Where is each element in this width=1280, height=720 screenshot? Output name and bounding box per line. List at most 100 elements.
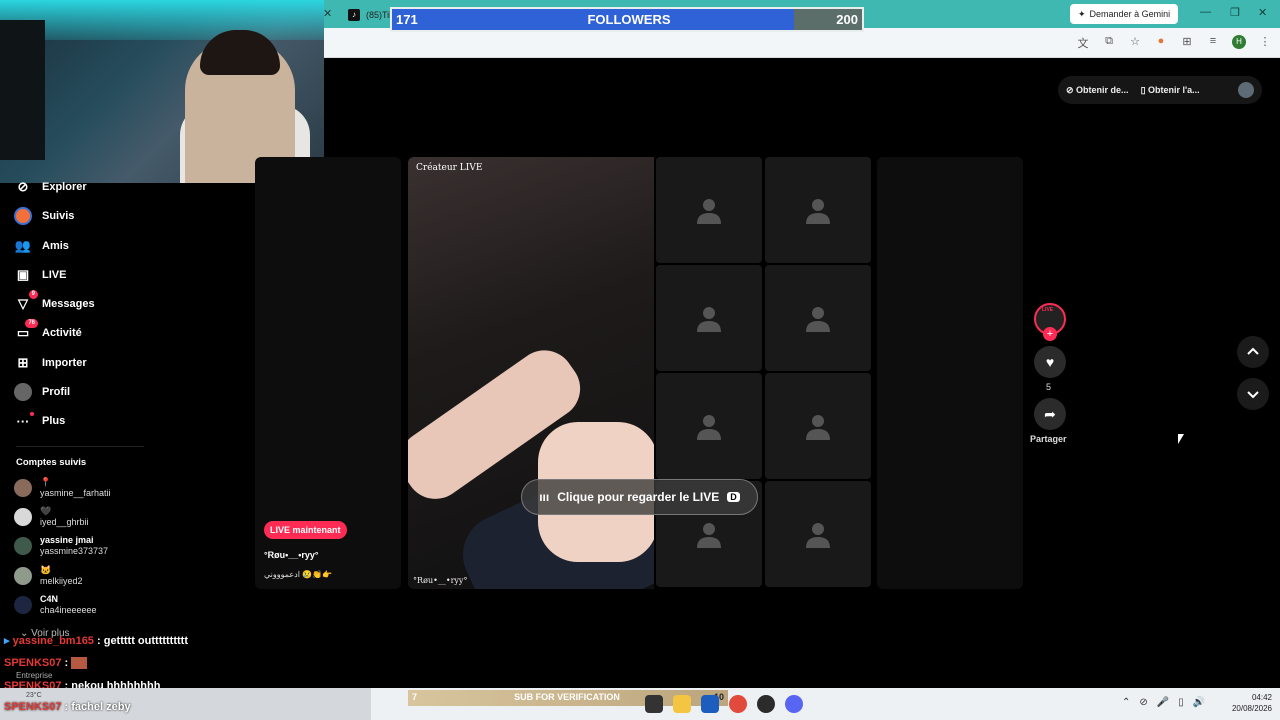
guest-slot[interactable] (765, 481, 871, 587)
chrome-icon[interactable] (729, 695, 747, 713)
avatar (14, 479, 32, 497)
sparkle-icon: ✦ (1078, 8, 1086, 19)
messages-badge: 9 (28, 290, 38, 299)
close-window-icon[interactable]: ✕ (1258, 6, 1267, 19)
prev-live-button[interactable] (1237, 336, 1269, 368)
next-live-button[interactable] (1237, 378, 1269, 410)
person-placeholder-icon (697, 523, 721, 548)
compass-icon: ⊘ (17, 179, 29, 194)
guest-slot[interactable] (765, 265, 871, 371)
chat-message: ▸ yassine_bm165 : gettttt outttttttttt (4, 634, 188, 647)
obs-icon[interactable] (757, 695, 775, 713)
chat-user: SPENKS07 (4, 657, 62, 669)
chevron-down-icon (1247, 391, 1259, 399)
nav-live[interactable]: ▣ LIVE (14, 264, 67, 286)
menu-dots-icon[interactable]: ⋮ (1258, 35, 1272, 51)
like-button[interactable]: ♥ (1034, 346, 1066, 378)
minimize-icon[interactable]: — (1200, 6, 1211, 18)
followed-accounts-title: Comptes suivis (16, 457, 87, 468)
followed-handle: iyed__ghrbii (40, 517, 89, 527)
microphone-icon[interactable]: 🎤 (1157, 697, 1169, 708)
volume-icon[interactable]: 🔊 (1193, 697, 1205, 708)
guest-slot[interactable] (765, 157, 871, 263)
webcam-neon-light (0, 0, 324, 40)
video-host-name: °Røu•__•ryy° (413, 576, 468, 585)
nav-suivis[interactable]: Suivis (14, 205, 74, 227)
guest-slot[interactable] (656, 157, 762, 263)
nav-explorer[interactable]: ⊘ Explorer (14, 176, 87, 198)
messages-icon: ▽ 9 (14, 290, 38, 313)
shortcut-key: D (727, 492, 740, 502)
tray-chevron-up-icon[interactable]: ⌃ (1122, 697, 1130, 708)
tray-device-icon[interactable]: ▯ (1178, 697, 1184, 708)
discord-icon[interactable] (785, 695, 803, 713)
nav-label: Profil (42, 386, 71, 398)
extension-orange-icon[interactable]: ● (1154, 35, 1168, 51)
followers-target: 200 (836, 12, 858, 27)
creator-label: Créateur LIVE (416, 163, 483, 173)
entreprise-label: Entreprise (16, 671, 53, 680)
followed-handle: yasmine__farhatii (40, 488, 111, 498)
media-control-icon[interactable]: ≡ (1206, 35, 1220, 51)
install-app-icon[interactable]: ⧉ (1102, 35, 1116, 51)
nav-messages[interactable]: ▽ 9 Messages (14, 290, 95, 315)
app-terminal-icon[interactable] (645, 695, 663, 713)
profile-avatar-icon[interactable]: H (1232, 35, 1246, 49)
weather-widget[interactable]: 23°C (26, 692, 42, 699)
avatar (14, 537, 32, 555)
chat-message: SPENKS07 : fachel zeby (4, 701, 131, 713)
clock-date: 20/08/2026 (1231, 704, 1272, 713)
more-icon: ··· (14, 412, 34, 430)
maximize-icon[interactable]: ❐ (1230, 6, 1240, 19)
file-explorer-icon[interactable] (673, 695, 691, 713)
person-placeholder-icon (697, 415, 721, 440)
host-description: ادعموووني 😢👏👉 (264, 570, 333, 579)
host-name[interactable]: °Røu•__•ryy° (264, 550, 319, 560)
followed-account[interactable]: 🖤 iyed__ghrbii (14, 506, 89, 528)
taskbar-clock[interactable]: 04:42 20/08/2026 (1222, 692, 1272, 714)
followers-title: FOLLOWERS (587, 12, 671, 27)
nav-profil[interactable]: Profil (14, 381, 70, 403)
nav-plus[interactable]: ··· Plus (14, 410, 65, 432)
user-avatar[interactable] (1238, 82, 1254, 98)
heart-icon: ♥ (1045, 354, 1055, 370)
followed-account[interactable]: yassine jmai yassmine373737 (14, 535, 108, 557)
live-video[interactable]: Créateur LIVE °Røu•__•ryy° (408, 157, 654, 589)
followed-handle: cha4ineeeeee (40, 605, 97, 615)
toolbar-icons: 文 ⧉ ☆ ● ⊞ ≡ H ⋮ (1076, 35, 1272, 51)
followed-account[interactable]: 📍 yasmine__farhatii (14, 477, 111, 499)
watch-live-button[interactable]: ııı Clique pour regarder le LIVE D (521, 479, 758, 515)
chat-text: : fachel zeby (64, 701, 131, 713)
guest-slot[interactable] (765, 373, 871, 479)
chat-text: : (64, 657, 69, 669)
nav-amis[interactable]: 👥 Amis (14, 235, 69, 257)
guest-slot[interactable] (656, 265, 762, 371)
gemini-button[interactable]: ✦ Demander à Gemini (1070, 4, 1179, 24)
nav-importer[interactable]: ⊞ Importer (14, 352, 87, 374)
tab-close-icon[interactable]: ✕ (323, 7, 332, 20)
store-icon[interactable] (701, 695, 719, 713)
equalizer-icon: ııı (539, 490, 550, 504)
nav-activite[interactable]: ▭ 76 Activité (14, 319, 82, 344)
avatar (14, 508, 32, 526)
guest-slot[interactable] (656, 373, 762, 479)
nav-label: Explorer (42, 181, 87, 193)
nav-label: Activité (42, 327, 82, 339)
next-live-card[interactable] (877, 157, 1023, 589)
extensions-puzzle-icon[interactable]: ⊞ (1180, 35, 1194, 51)
bookmark-star-icon[interactable]: ☆ (1128, 35, 1142, 51)
share-button[interactable]: ➦ (1034, 398, 1066, 430)
obtain-app-button[interactable]: ▯ Obtenir l'a... (1141, 85, 1200, 96)
obtain-desktop-button[interactable]: ⊘ Obtenir de... (1066, 85, 1129, 96)
chat-user: yassine_bm165 (12, 635, 94, 647)
translate-icon[interactable]: 文 (1076, 35, 1090, 51)
clock-time: 04:42 (1251, 693, 1272, 702)
mouse-cursor-icon (1178, 434, 1184, 444)
gemini-label: Demander à Gemini (1089, 9, 1171, 19)
person-placeholder-icon (806, 307, 830, 332)
tray-app-icon[interactable]: ⊘ (1139, 697, 1147, 708)
follow-plus-icon[interactable]: + (1043, 327, 1057, 341)
followed-account[interactable]: 🐱 melkiiyed2 (14, 565, 83, 587)
live-now-badge: LIVE maintenant (264, 521, 347, 539)
followed-account[interactable]: C4N cha4ineeeeee (14, 594, 97, 616)
